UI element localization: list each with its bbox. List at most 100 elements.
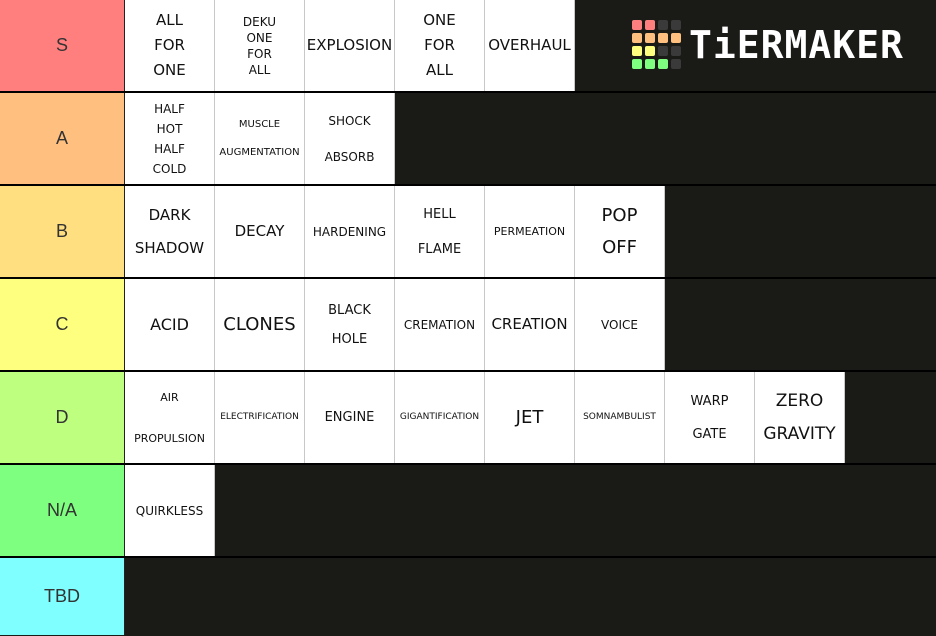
tier-row: B DARK SHADOW DECAY HARDENING HELL FLAME PERMEA… bbox=[0, 186, 936, 279]
tier-item-text: PERMEATION bbox=[493, 225, 566, 238]
logo-grid-square bbox=[645, 33, 655, 43]
tiermaker-logo: TiERMAKER bbox=[632, 20, 904, 69]
tier-item-card[interactable]: HELL FLAME bbox=[395, 186, 485, 277]
tier-item-text: SHOCK bbox=[328, 113, 371, 128]
tier-item-card[interactable]: GIGANTIFICATION bbox=[395, 372, 485, 463]
logo-grid-square bbox=[632, 33, 642, 43]
tier-item-text: OFF bbox=[602, 236, 637, 258]
logo-grid-square bbox=[632, 20, 642, 30]
tier-item-card[interactable]: CLONES bbox=[215, 279, 305, 370]
tier-item-text: HALF bbox=[154, 101, 185, 116]
logo-grid-square bbox=[671, 33, 681, 43]
tier-item-text: AIR bbox=[160, 390, 179, 404]
tier-item-text: OVERHAUL bbox=[488, 36, 571, 54]
tier-label[interactable]: B bbox=[0, 186, 125, 277]
tier-item-card[interactable]: WARP GATE bbox=[665, 372, 755, 463]
tier-item-text: DEKU bbox=[242, 14, 277, 29]
tier-item-card[interactable]: OVERHAUL bbox=[485, 0, 575, 91]
tier-item-text: JET bbox=[515, 406, 544, 428]
tier-item-text: ALL bbox=[156, 11, 183, 29]
tier-item-text: ALL bbox=[426, 61, 453, 79]
tier-item-card[interactable]: POP OFF bbox=[575, 186, 665, 277]
tier-item-text: BLACK bbox=[328, 302, 371, 318]
tier-item-card[interactable]: ENGINE bbox=[305, 372, 395, 463]
tier-item-card[interactable]: DECAY bbox=[215, 186, 305, 277]
tier-row: D AIR PROPULSION ELECTRIFICATION ENGINE GIGAN… bbox=[0, 372, 936, 465]
tier-label[interactable]: TBD bbox=[0, 558, 125, 635]
tier-row: C ACID CLONES BLACK HOLE CREMATION CREATION VOI… bbox=[0, 279, 936, 372]
tier-item-text: MUSCLE bbox=[238, 118, 281, 130]
logo-grid-square bbox=[671, 59, 681, 69]
tier-item-text: HOLE bbox=[331, 331, 368, 347]
tier-item-text: GATE bbox=[692, 426, 727, 442]
logo-grid-square bbox=[632, 46, 642, 56]
tier-item-text: DECAY bbox=[234, 222, 285, 240]
tier-item-card[interactable]: JET bbox=[485, 372, 575, 463]
tier-item-card[interactable]: ONE FOR ALL bbox=[395, 0, 485, 91]
logo-grid-square bbox=[658, 59, 668, 69]
tier-item-card[interactable]: PERMEATION bbox=[485, 186, 575, 277]
tier-row: TBD bbox=[0, 558, 936, 635]
tier-item-card[interactable]: DARK SHADOW bbox=[125, 186, 215, 277]
logo-grid-square bbox=[671, 20, 681, 30]
tier-item-card[interactable]: BLACK HOLE bbox=[305, 279, 395, 370]
tier-items: ALL FOR ONE DEKU ONE FOR ALL EXPLOSION ONE FOR ALL… bbox=[125, 0, 575, 91]
tier-item-text: AUGMENTATION bbox=[219, 146, 300, 158]
tier-items: HALF HOT HALF COLD MUSCLE AUGMENTATION SHOCK AB… bbox=[125, 93, 395, 184]
tier-item-text: CREATION bbox=[491, 315, 568, 333]
tier-item-text: QUIRKLESS bbox=[135, 503, 204, 518]
logo-grid-square bbox=[645, 46, 655, 56]
tier-item-text: COLD bbox=[152, 161, 187, 176]
tier-item-text: ONE bbox=[423, 11, 456, 29]
tier-item-text: FOR bbox=[247, 46, 272, 61]
tier-item-text: FOR bbox=[154, 36, 185, 54]
tier-item-card[interactable]: CREATION bbox=[485, 279, 575, 370]
tier-item-text: POP bbox=[601, 204, 638, 226]
logo-grid-square bbox=[671, 46, 681, 56]
tier-item-text: HOT bbox=[156, 121, 183, 136]
tier-label[interactable]: S bbox=[0, 0, 125, 91]
logo-grid-square bbox=[658, 20, 668, 30]
tier-item-text: GIGANTIFICATION bbox=[399, 412, 480, 422]
tier-item-text: ENGINE bbox=[324, 410, 375, 425]
tier-item-card[interactable]: QUIRKLESS bbox=[125, 465, 215, 556]
tier-item-text: HELL bbox=[423, 206, 456, 222]
tier-item-card[interactable]: ALL FOR ONE bbox=[125, 0, 215, 91]
tier-item-card[interactable]: EXPLOSION bbox=[305, 0, 395, 91]
tier-item-card[interactable]: HALF HOT HALF COLD bbox=[125, 93, 215, 184]
tier-item-card[interactable]: DEKU ONE FOR ALL bbox=[215, 0, 305, 91]
tier-item-text: HALF bbox=[154, 141, 185, 156]
tier-item-text: HARDENING bbox=[312, 224, 387, 239]
tier-item-text: WARP bbox=[690, 393, 729, 409]
tier-item-card[interactable]: MUSCLE AUGMENTATION bbox=[215, 93, 305, 184]
tier-item-card[interactable]: AIR PROPULSION bbox=[125, 372, 215, 463]
tier-item-card[interactable]: CREMATION bbox=[395, 279, 485, 370]
logo-grid-icon bbox=[632, 20, 681, 69]
tier-item-text: VOICE bbox=[601, 317, 638, 332]
tier-item-card[interactable]: ELECTRIFICATION bbox=[215, 372, 305, 463]
tier-item-text: ACID bbox=[150, 314, 189, 334]
tier-item-text: SOMNAMBULIST bbox=[583, 412, 656, 422]
tier-label[interactable]: D bbox=[0, 372, 125, 463]
tier-label[interactable]: C bbox=[0, 279, 125, 370]
tier-item-card[interactable]: SHOCK ABSORB bbox=[305, 93, 395, 184]
tier-item-text: ABSORB bbox=[324, 149, 375, 164]
tier-item-text: ONE bbox=[153, 61, 186, 79]
logo-grid-square bbox=[645, 59, 655, 69]
tier-item-card[interactable]: HARDENING bbox=[305, 186, 395, 277]
tier-label[interactable]: A bbox=[0, 93, 125, 184]
tier-item-card[interactable]: VOICE bbox=[575, 279, 665, 370]
tier-item-text: ONE bbox=[246, 30, 273, 45]
tier-label[interactable]: N/A bbox=[0, 465, 125, 556]
tier-row: N/A QUIRKLESS bbox=[0, 465, 936, 558]
tier-item-text: ELECTRIFICATION bbox=[220, 412, 299, 422]
tier-items: AIR PROPULSION ELECTRIFICATION ENGINE GIGANT… bbox=[125, 372, 845, 463]
tier-item-card[interactable]: SOMNAMBULIST bbox=[575, 372, 665, 463]
tier-item-text: CLONES bbox=[223, 313, 296, 335]
logo-grid-square bbox=[632, 59, 642, 69]
tier-item-card[interactable]: ACID bbox=[125, 279, 215, 370]
tier-item-card[interactable]: ZERO GRAVITY bbox=[755, 372, 845, 463]
tier-items: ACID CLONES BLACK HOLE CREMATION CREATION VOIC… bbox=[125, 279, 665, 370]
logo-grid-square bbox=[658, 33, 668, 43]
logo-text: TiERMAKER bbox=[689, 22, 904, 67]
